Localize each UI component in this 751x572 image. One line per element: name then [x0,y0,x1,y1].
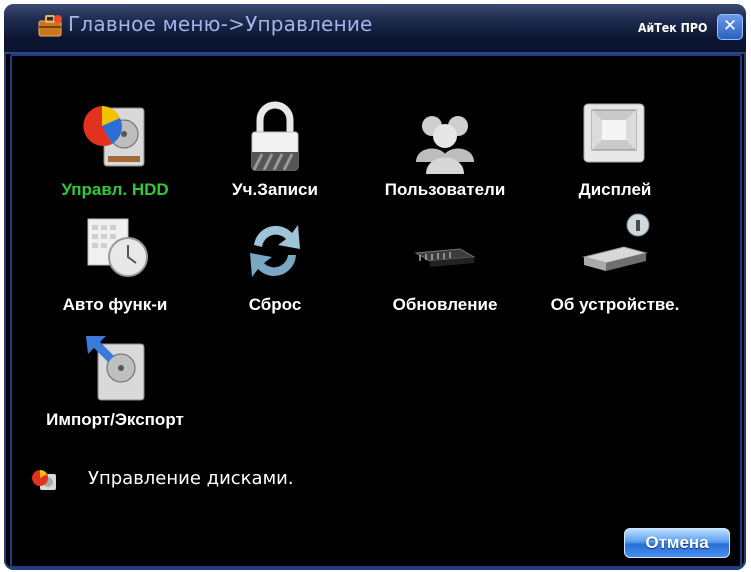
refresh-arrows-icon [250,225,300,277]
chip-icon [414,248,476,267]
brand-logo-text: АйТек ПРО [638,21,708,35]
menu-item-update[interactable]: Обновление [370,211,520,331]
menu-item-import-export[interactable]: Импорт/Экспорт [40,326,190,446]
menu-panel: Управл. HDD Уч.Записи Пользователи Диспл… [10,54,742,568]
close-button[interactable]: ✕ [717,14,743,40]
menu-item-label: Авто функ-и [62,295,168,314]
status-text: Управление дисками. [88,468,294,489]
menu-item-label: Управл. HDD [61,180,169,199]
menu-item-label: Уч.Записи [232,180,318,199]
hdd-small-icon [32,469,56,490]
menu-item-accounts[interactable]: Уч.Записи [200,96,350,216]
device-info-icon [582,213,650,271]
menu-item-label: Дисплей [578,180,652,199]
import-export-icon [86,336,145,401]
menu-item-reset[interactable]: Сброс [200,211,350,331]
menu-item-users[interactable]: Пользователи [370,96,520,216]
menu-item-label: Обновление [392,295,498,314]
toolbox-icon [38,15,62,37]
menu-item-label: Сброс [248,295,302,314]
calendar-clock-icon [87,218,148,277]
menu-item-about-device[interactable]: Об устройстве. [540,211,690,331]
hdd-pie-icon [83,106,145,167]
monitor-icon [583,103,645,163]
padlock-icon [251,101,299,171]
window-title: Главное меню->Управление [68,12,373,36]
users-icon [416,116,474,174]
menu-item-auto-functions[interactable]: Авто функ-и [40,211,190,331]
menu-item-hdd-management[interactable]: Управл. HDD [40,96,190,216]
menu-item-display[interactable]: Дисплей [540,96,690,216]
menu-item-label: Об устройстве. [550,295,680,314]
status-line: Управление дисками. [32,466,432,496]
menu-item-label: Импорт/Экспорт [46,410,184,429]
menu-item-label: Пользователи [384,180,506,199]
cancel-button[interactable]: Отмена [624,528,730,558]
management-menu-window: Главное меню->Управление АйТек ПРО ✕ Упр… [4,4,746,570]
title-bar: Главное меню->Управление АйТек ПРО ✕ [4,4,746,54]
